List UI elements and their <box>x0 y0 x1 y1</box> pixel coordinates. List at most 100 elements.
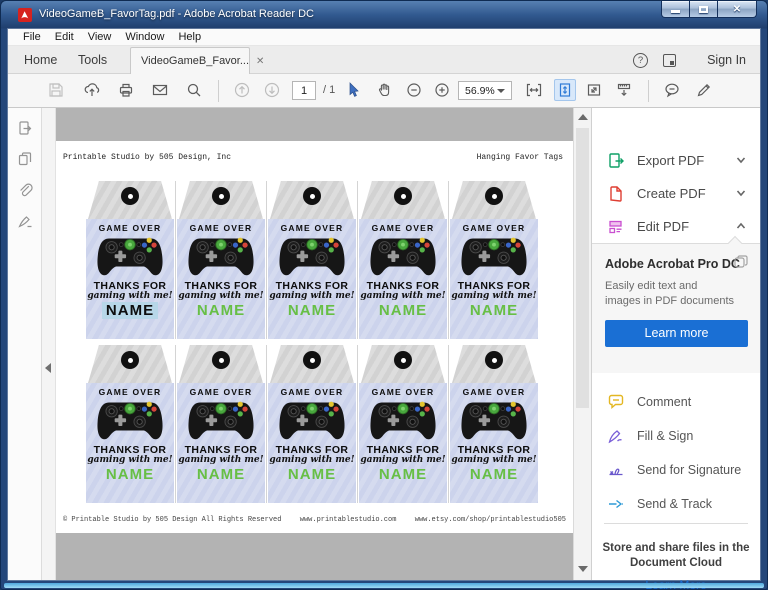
tag-hole <box>485 187 503 205</box>
email-icon[interactable] <box>152 82 168 98</box>
document-cloud-text: Store and share files in the Document Cl… <box>602 542 750 569</box>
tools-sidebar: Export PDF Create PDF Edit PDF Adobe Acr… <box>591 108 760 589</box>
tag-hole <box>121 187 139 205</box>
scroll-mode-icon[interactable] <box>616 82 632 98</box>
window-title: VideoGameB_FavorTag.pdf - Adobe Acrobat … <box>39 8 314 20</box>
tag-script-text: gaming with me! <box>451 291 537 301</box>
page-footer-center: www.printablestudio.com <box>299 516 397 524</box>
tag-name-field[interactable]: NAME <box>101 302 159 319</box>
send-for-signature-label: Send for Signature <box>637 463 742 477</box>
tag-hanger <box>361 345 445 383</box>
scroll-down-icon[interactable] <box>578 566 588 572</box>
fit-page-button[interactable] <box>554 79 576 101</box>
notifications-icon[interactable] <box>663 54 676 67</box>
sidebar-item-comment[interactable]: Comment <box>592 385 760 419</box>
tab-home[interactable]: Home <box>24 53 57 67</box>
sign-in-link[interactable]: Sign In <box>707 53 746 67</box>
zoom-in-icon[interactable] <box>434 82 450 98</box>
promo-badge-icon <box>734 255 748 268</box>
tag-script-text: gaming with me! <box>360 291 446 301</box>
select-tool-icon[interactable] <box>346 82 362 98</box>
fit-width-icon[interactable] <box>526 82 542 98</box>
close-button[interactable]: ✕ <box>717 1 757 18</box>
chevron-down-icon <box>497 88 505 93</box>
main-toolbar: / 1 56.9% <box>8 73 760 108</box>
print-icon[interactable] <box>118 82 134 98</box>
chevron-down-icon[interactable] <box>735 187 747 199</box>
sidebar-divider <box>604 523 748 524</box>
comment-label: Comment <box>637 395 692 409</box>
pdf-page: Printable Studio by 505 Design, Inc Hang… <box>56 141 573 533</box>
title-bar[interactable]: VideoGameB_FavorTag.pdf - Adobe Acrobat … <box>1 1 767 29</box>
menu-file[interactable]: File <box>16 31 48 43</box>
tag-face: GAME OVER THANKS FOR gaming with me! NAME <box>268 219 356 339</box>
scrollbar-thumb[interactable] <box>576 128 589 408</box>
collapse-panel-icon[interactable] <box>45 363 51 373</box>
sidebar-item-fill-sign[interactable]: Fill & Sign <box>592 419 760 453</box>
promo-title: Adobe Acrobat Pro DC <box>605 257 740 271</box>
save-icon[interactable] <box>48 82 64 98</box>
chevron-up-icon[interactable] <box>735 220 747 232</box>
document-canvas[interactable]: Printable Studio by 505 Design, Inc Hang… <box>56 108 573 580</box>
help-icon[interactable]: ? <box>633 53 648 68</box>
tag-hanger <box>88 181 172 219</box>
menu-view[interactable]: View <box>81 31 119 43</box>
attachments-icon[interactable] <box>17 182 33 198</box>
menu-edit[interactable]: Edit <box>48 31 81 43</box>
signatures-icon[interactable] <box>17 213 33 229</box>
sidebar-item-send-track[interactable]: Send & Track <box>592 487 760 521</box>
favor-tag: GAME OVER THANKS FOR gaming with me! NAME <box>268 181 358 339</box>
highlighter-icon[interactable] <box>696 82 712 98</box>
search-icon[interactable] <box>186 82 202 98</box>
fullscreen-icon[interactable] <box>586 82 602 98</box>
panel-collapse-strip[interactable] <box>42 108 56 580</box>
page-header-left: Printable Studio by 505 Design, Inc <box>63 153 232 162</box>
tag-title: GAME OVER <box>462 387 526 397</box>
previous-page-icon[interactable] <box>234 82 250 98</box>
tab-document[interactable]: VideoGameB_Favor... ✕ <box>130 47 264 74</box>
vertical-scrollbar[interactable] <box>573 108 591 580</box>
tag-script-text: gaming with me! <box>178 291 264 301</box>
tag-face: GAME OVER THANKS FOR gaming with me! NAME <box>268 383 356 503</box>
tag-name-field: NAME <box>196 302 246 319</box>
tab-tools[interactable]: Tools <box>78 53 107 67</box>
chevron-down-icon[interactable] <box>735 154 747 166</box>
tag-hole <box>212 351 230 369</box>
tag-title: GAME OVER <box>371 387 435 397</box>
acrobat-logo-icon <box>18 8 32 22</box>
game-controller-graphic <box>370 401 436 440</box>
scroll-up-icon[interactable] <box>578 114 588 120</box>
tag-script-text: gaming with me! <box>87 291 173 301</box>
pages-icon[interactable] <box>17 151 33 167</box>
zoom-level-dropdown[interactable]: 56.9% <box>458 81 512 100</box>
favor-tag: GAME OVER THANKS FOR gaming with me! NAME <box>450 181 538 339</box>
document-cloud-learn-more-link[interactable]: Learn More <box>592 578 760 589</box>
next-page-icon[interactable] <box>264 82 280 98</box>
promo-description: Easily edit text and images in PDF docum… <box>605 280 734 307</box>
page-number-input[interactable] <box>292 81 316 100</box>
tab-close-icon[interactable]: ✕ <box>256 56 264 67</box>
minimize-button[interactable] <box>661 1 690 18</box>
tag-hanger <box>452 345 536 383</box>
game-controller-graphic <box>370 237 436 276</box>
game-controller-graphic <box>97 401 163 440</box>
sidebar-item-create-pdf[interactable]: Create PDF <box>592 177 760 210</box>
sidebar-item-send-for-signature[interactable]: Send for Signature <box>592 453 760 487</box>
comment-tool-icon[interactable] <box>664 82 680 98</box>
menu-help[interactable]: Help <box>171 31 208 43</box>
zoom-out-icon[interactable] <box>406 82 422 98</box>
tag-hole <box>212 187 230 205</box>
learn-more-button[interactable]: Learn more <box>605 319 748 347</box>
hand-tool-icon[interactable] <box>376 82 392 98</box>
edit-pdf-label: Edit PDF <box>637 219 690 234</box>
export-file-icon[interactable] <box>17 120 33 136</box>
share-upload-icon[interactable] <box>84 82 100 98</box>
sidebar-item-export-pdf[interactable]: Export PDF <box>592 144 760 177</box>
tag-hole <box>303 351 321 369</box>
menu-window[interactable]: Window <box>118 31 171 43</box>
tag-face: GAME OVER THANKS FOR gaming with me! NAME <box>450 383 538 503</box>
fill-sign-label: Fill & Sign <box>637 429 694 443</box>
game-controller-graphic <box>279 237 345 276</box>
export-pdf-label: Export PDF <box>637 153 705 168</box>
maximize-button[interactable] <box>689 1 718 18</box>
